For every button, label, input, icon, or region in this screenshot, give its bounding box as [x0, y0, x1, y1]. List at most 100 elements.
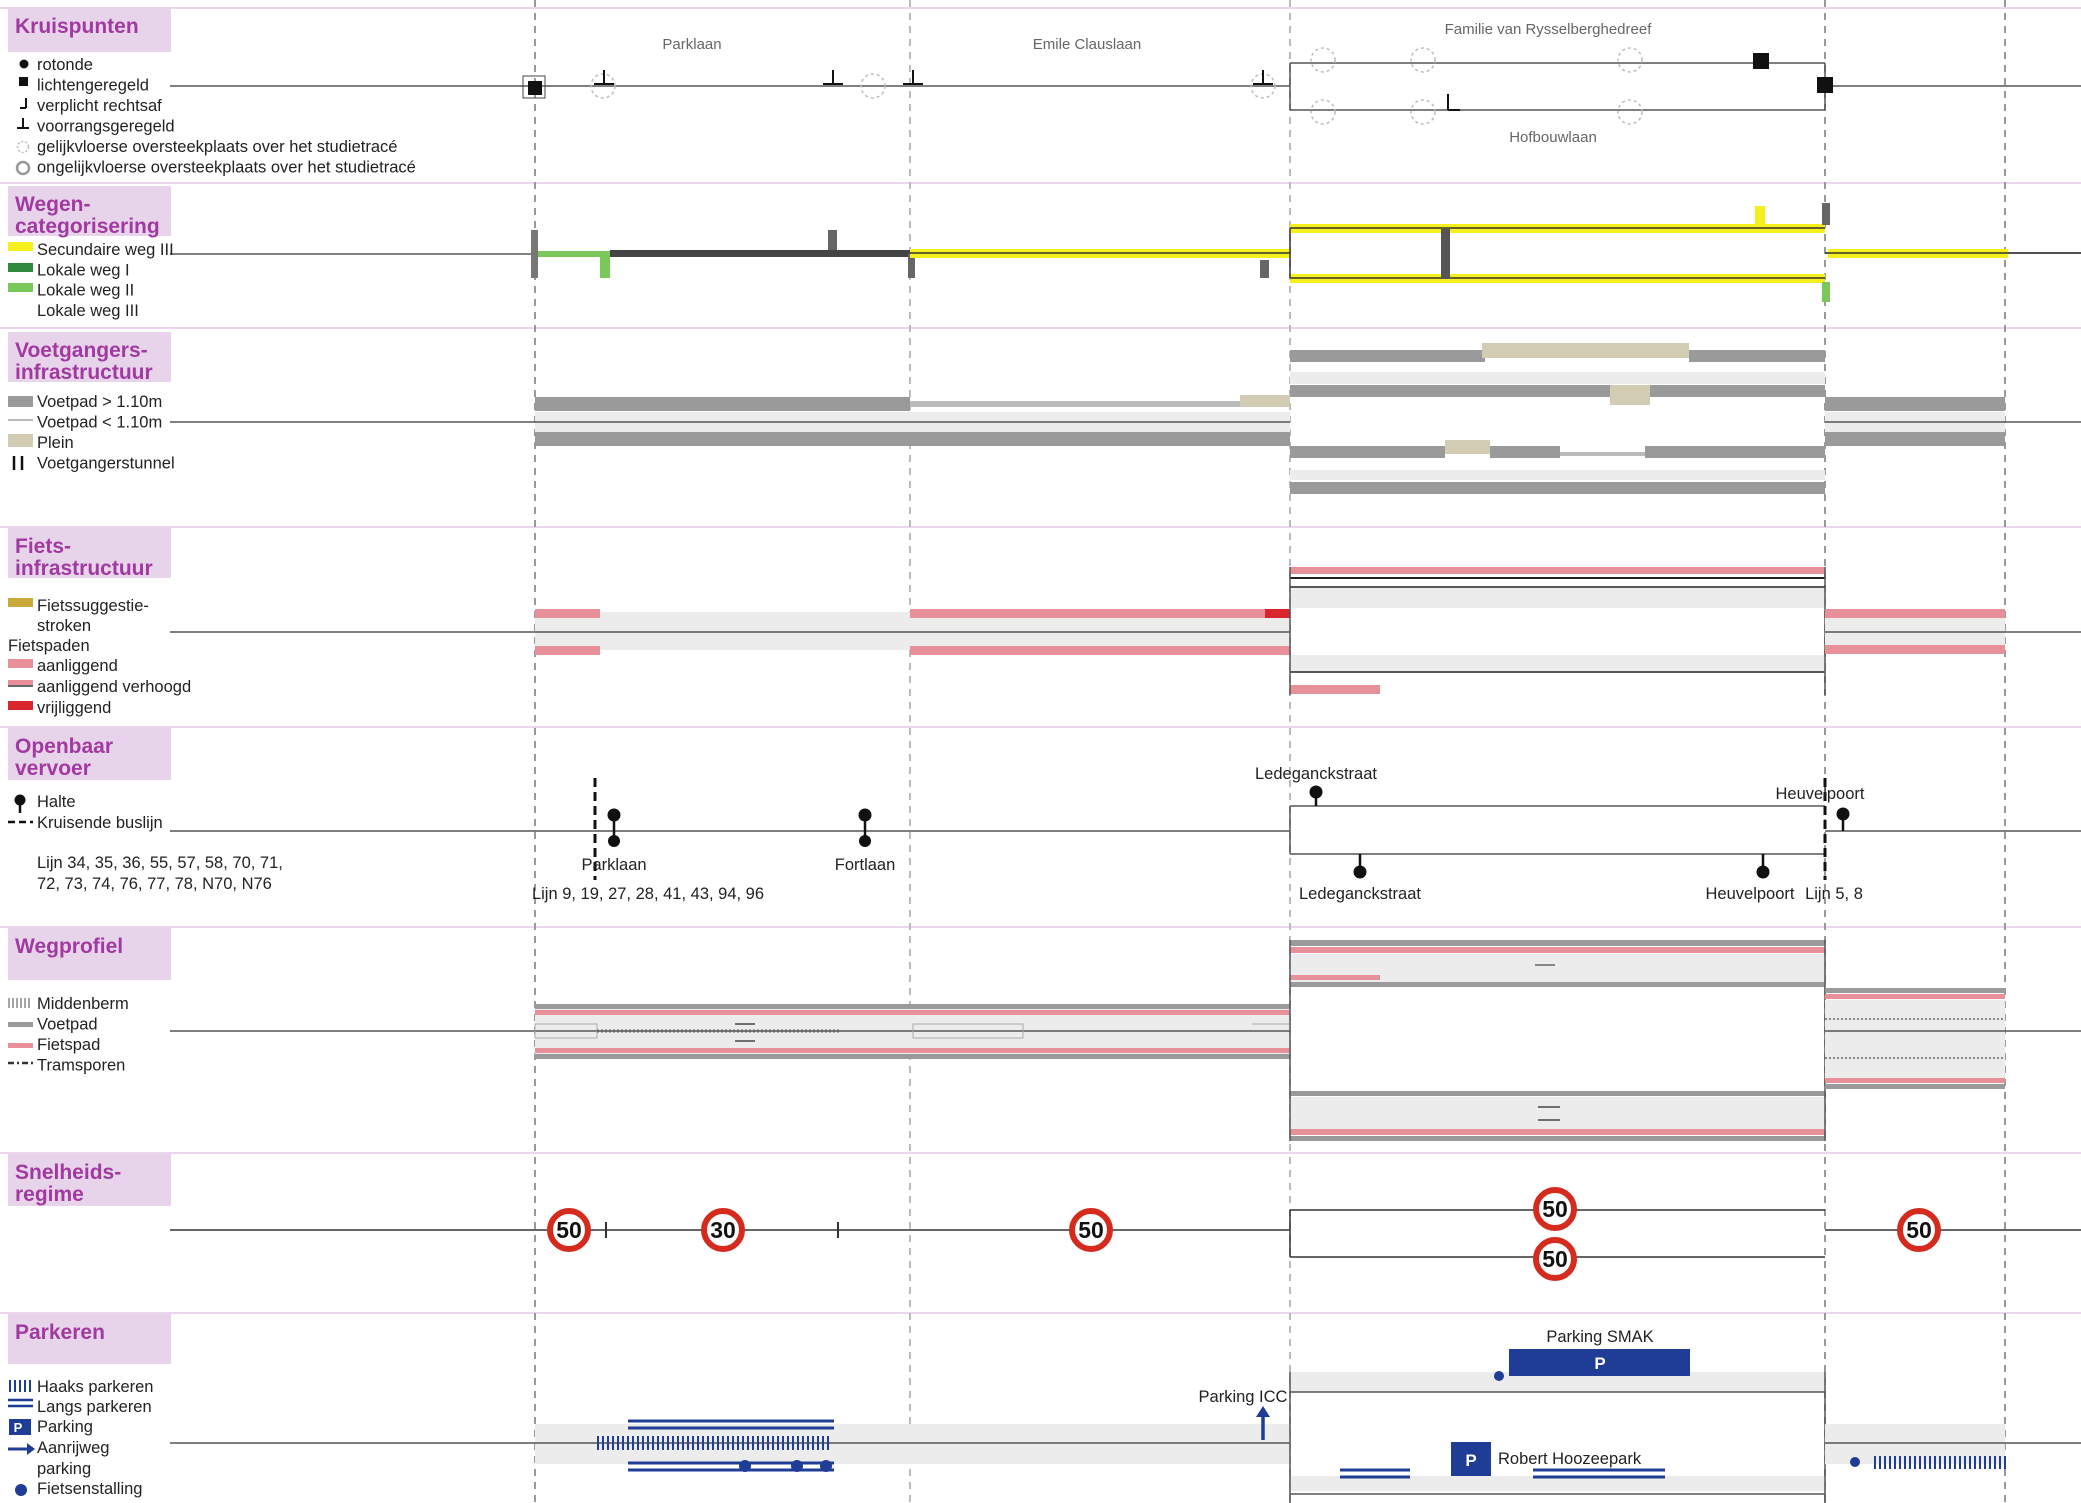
voetpad-breed	[1290, 446, 1445, 458]
gelijkvloerse-oversteekplaats	[1310, 47, 1336, 73]
lokaal2-swatch	[8, 283, 33, 292]
section-title: Wegen-	[15, 193, 90, 216]
aanrijweg-parking	[1256, 1406, 1270, 1417]
lokale-weg-ii	[1822, 282, 1830, 302]
aanrijweg-symbol	[27, 1443, 35, 1455]
lokaal1-swatch	[8, 263, 33, 272]
parking-letter: P	[1594, 1354, 1605, 1373]
lokale-weg-iii	[1441, 229, 1450, 279]
lichtengeregeld-marker	[1817, 77, 1833, 93]
bus-lines-label: Lijn 9, 19, 27, 28, 41, 43, 94, 96	[532, 885, 764, 903]
voetpad-breed	[535, 397, 910, 411]
road-band	[1290, 655, 1825, 672]
speed-limit-value: 50	[1542, 1246, 1568, 1272]
bus-lines-label: Lijn 5, 8	[1805, 885, 1863, 903]
legend-label: Fietsenstalling	[37, 1480, 142, 1498]
plein	[1445, 440, 1490, 454]
legend-label: aanliggend	[37, 657, 118, 675]
halte-marker	[607, 808, 621, 822]
fietspad	[535, 1010, 1290, 1015]
legend-label: Voetgangerstunnel	[37, 455, 175, 473]
lichtengeregeld-marker	[1753, 53, 1769, 69]
legend-label: Voetpad	[37, 1016, 98, 1034]
voetpad-breed	[1645, 446, 1825, 458]
voetpad-breed	[1650, 385, 1825, 397]
speed-limit-value: 50	[1078, 1217, 1104, 1243]
bus-lines-label: Lijn 34, 35, 36, 55, 57, 58, 70, 71,	[37, 854, 283, 872]
gelijkvloers-symbol	[16, 140, 30, 154]
fietspad	[1825, 994, 2005, 999]
fietspad-vrijliggend	[1265, 609, 1290, 618]
lokale-weg-iii	[610, 250, 910, 257]
voetpad	[535, 1004, 1290, 1009]
legend-label: Lokale weg II	[37, 282, 134, 300]
ongelijkvloers-symbol	[15, 160, 31, 176]
road-stub	[531, 230, 538, 278]
section-title: Kruispunten	[15, 15, 139, 38]
legend-label: verplicht rechtsaf	[37, 97, 162, 115]
fietspad	[535, 1048, 1290, 1053]
legend-label: Parking	[37, 1418, 93, 1436]
legend-label: parking	[37, 1460, 91, 1478]
bus-stop-label: Heuvelpoort	[1706, 885, 1795, 903]
voetpad	[1290, 1091, 1825, 1096]
section-title: Wegprofiel	[15, 935, 123, 958]
voetpad	[1290, 1136, 1825, 1141]
section-title: Fiets-	[15, 535, 71, 558]
legend-label: Kruisende buslijn	[37, 814, 163, 832]
secundaire-weg-iii	[1755, 206, 1765, 224]
section-title: Snelheids-	[15, 1161, 121, 1184]
legend-label: Aanrijweg	[37, 1439, 109, 1457]
fietsenstalling	[739, 1460, 751, 1472]
bus-stop-label: Ledeganckstraat	[1255, 765, 1377, 783]
rotonde-symbol	[19, 59, 29, 69]
lokale-weg-ii	[600, 251, 610, 278]
lichtengeregeld-marker	[528, 81, 542, 95]
voetpad	[535, 1054, 1290, 1059]
fietsenstalling	[820, 1460, 832, 1472]
fietspad-aanliggend	[910, 646, 1290, 655]
section-title: infrastructuur	[15, 361, 153, 384]
voetpad-breed	[1825, 432, 2005, 446]
bus-lines-label: 72, 73, 74, 76, 77, 78, N70, N76	[37, 875, 272, 893]
halte-marker	[1836, 807, 1850, 821]
road-band	[1290, 588, 1825, 608]
speed-limit-value: 50	[1542, 1196, 1568, 1222]
fietspad	[1290, 1129, 1825, 1135]
lichten-symbol	[19, 77, 28, 86]
legend-label: Lokale weg I	[37, 261, 130, 279]
plein	[1240, 395, 1290, 407]
plein-swatch	[8, 434, 33, 447]
fietspad-aanliggend	[1290, 567, 1825, 574]
voetpad-breed	[1689, 350, 1825, 362]
voetpad	[1825, 1084, 2005, 1089]
legend-label: aanliggend verhoogd	[37, 678, 191, 696]
parking-symbol-letter: P	[14, 1420, 23, 1435]
street-label: Emile Clauslaan	[1033, 36, 1141, 53]
voetpad-breed	[1290, 350, 1485, 362]
vrijliggend-swatch	[8, 701, 33, 710]
legend-label: Fietspad	[37, 1036, 100, 1054]
section-title: Openbaar	[15, 735, 113, 758]
voetpad-breed	[535, 432, 1290, 446]
legend-label: Langs parkeren	[37, 1398, 152, 1416]
text-layer: Kruispunten Wegen-categorisering Voetgange…	[8, 15, 1932, 1498]
legend-label: Voetpad > 1.10m	[37, 393, 162, 411]
fietspad	[1290, 975, 1380, 980]
legend-label: Voetpad < 1.10m	[37, 414, 162, 432]
legend-label: Middenberm	[37, 995, 129, 1013]
lokale-weg-ii	[535, 251, 610, 257]
speed-limit-value: 50	[556, 1217, 582, 1243]
bus-stop-label: Ledeganckstraat	[1299, 885, 1421, 903]
section-title: Voetgangers-	[15, 339, 148, 362]
parking-label: Robert Hoozeepark	[1498, 1450, 1642, 1468]
legend-label: Secundaire weg III	[37, 241, 174, 259]
halte-marker	[858, 808, 872, 822]
section-title: vervoer	[15, 757, 91, 780]
gelijkvloerse-oversteekplaats	[1410, 47, 1436, 73]
voetpad	[1290, 982, 1825, 987]
halte-marker	[608, 835, 620, 847]
legend-label: Plein	[37, 434, 74, 452]
gelijkvloerse-oversteekplaats	[1617, 47, 1643, 73]
fietsenstalling	[791, 1460, 803, 1472]
